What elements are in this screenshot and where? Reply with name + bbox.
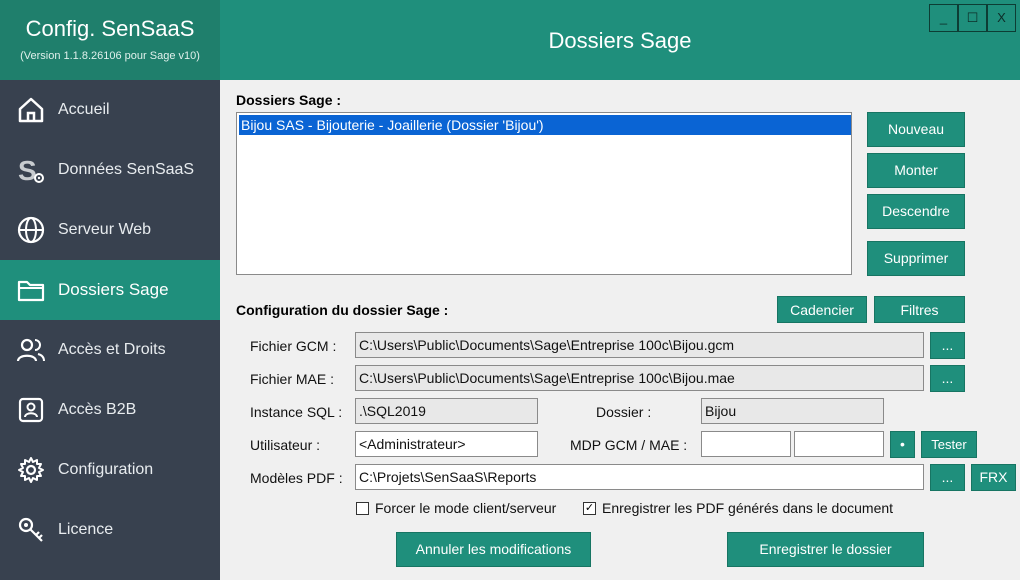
sql-instance-field[interactable]: .\SQL2019: [355, 398, 538, 424]
dossiers-section-label: Dossiers Sage :: [236, 92, 342, 108]
sidebar-item-configuration[interactable]: Configuration: [0, 440, 220, 500]
app-title: Config. SenSaaS: [25, 16, 195, 41]
sidebar-item-label: Serveur Web: [58, 221, 152, 238]
window-controls: _ ☐ X: [929, 4, 1016, 32]
sidebar-item-dossiers-sage[interactable]: Dossiers Sage: [0, 260, 220, 320]
sidebar-item-acces-b2b[interactable]: Accès B2B: [0, 380, 220, 440]
save-dossier-button[interactable]: Enregistrer le dossier: [727, 532, 924, 567]
browse-pdf-button[interactable]: ...: [930, 464, 965, 491]
page-header: Dossiers Sage _ ☐ X: [220, 0, 1020, 80]
users-icon: [16, 338, 45, 362]
gear-icon: [18, 457, 44, 483]
nouveau-button[interactable]: Nouveau: [867, 112, 965, 147]
mae-label: Fichier MAE :: [250, 371, 335, 387]
cadencier-button[interactable]: Cadencier: [777, 296, 867, 323]
sidebar: Config. SenSaaS (Version 1.1.8.26106 pou…: [0, 0, 220, 580]
sidebar-item-accueil[interactable]: Accueil: [0, 80, 220, 140]
mdp-mae-field[interactable]: [794, 431, 884, 457]
dossiers-listbox[interactable]: Bijou SAS - Bijouterie - Joaillerie (Dos…: [236, 112, 852, 275]
sidebar-item-licence[interactable]: Licence: [0, 500, 220, 560]
force-client-server-checkbox[interactable]: [356, 502, 369, 515]
cancel-changes-button[interactable]: Annuler les modifications: [396, 532, 591, 567]
close-button[interactable]: X: [987, 4, 1016, 32]
minimize-button[interactable]: _: [929, 4, 958, 32]
sidebar-item-label: Accès et Droits: [58, 341, 166, 358]
gcm-file-field[interactable]: C:\Users\Public\Documents\Sage\Entrepris…: [355, 332, 924, 358]
mdp-label: MDP GCM / MAE :: [570, 437, 688, 453]
browse-mae-button[interactable]: ...: [930, 365, 965, 392]
descendre-button[interactable]: Descendre: [867, 194, 965, 229]
sidebar-item-label: Licence: [58, 521, 114, 538]
user-label: Utilisateur :: [250, 437, 321, 453]
save-pdf-label: Enregistrer les PDF générés dans le docu…: [602, 500, 894, 516]
mdp-gcm-field[interactable]: [701, 431, 791, 457]
monter-button[interactable]: Monter: [867, 153, 965, 188]
sidebar-item-label: Accès B2B: [58, 401, 137, 418]
sidebar-item-label: Accueil: [58, 101, 110, 118]
dossier-field[interactable]: Bijou: [701, 398, 884, 424]
app-version: (Version 1.1.8.26106 pour Sage v10): [20, 50, 200, 62]
id-card-icon: [18, 397, 44, 423]
supprimer-button[interactable]: Supprimer: [867, 241, 965, 276]
folder-icon: [17, 280, 45, 302]
home-icon: [18, 97, 44, 123]
user-field[interactable]: <Administrateur>: [355, 431, 538, 457]
frx-button[interactable]: FRX: [971, 464, 1016, 491]
sidebar-item-acces-droits[interactable]: Accès et Droits: [0, 320, 220, 380]
show-password-button[interactable]: •: [890, 431, 915, 458]
maximize-button[interactable]: ☐: [958, 4, 987, 32]
svg-text:S: S: [18, 155, 37, 185]
page-title: Dossiers Sage: [548, 28, 692, 53]
config-section-label: Configuration du dossier Sage :: [236, 302, 449, 318]
sensaas-s-gear-icon: S: [18, 155, 44, 185]
mae-file-field[interactable]: C:\Users\Public\Documents\Sage\Entrepris…: [355, 365, 924, 391]
sidebar-item-serveur-web[interactable]: Serveur Web: [0, 200, 220, 260]
filtres-button[interactable]: Filtres: [874, 296, 965, 323]
brand-header: Config. SenSaaS (Version 1.1.8.26106 pou…: [0, 0, 220, 80]
sql-instance-label: Instance SQL :: [250, 404, 343, 420]
gcm-label: Fichier GCM :: [250, 338, 337, 354]
pdf-templates-label: Modèles PDF :: [250, 470, 343, 486]
pdf-templates-field[interactable]: C:\Projets\SenSaaS\Reports: [355, 464, 924, 490]
dossier-label: Dossier :: [596, 404, 652, 420]
list-item[interactable]: Bijou SAS - Bijouterie - Joaillerie (Dos…: [239, 115, 851, 135]
sidebar-item-donnees-sensaas[interactable]: S Données SenSaaS: [0, 140, 220, 200]
tester-button[interactable]: Tester: [921, 431, 977, 458]
force-client-server-label: Forcer le mode client/serveur: [375, 500, 557, 516]
save-pdf-checkbox[interactable]: ✓: [583, 502, 596, 515]
browse-gcm-button[interactable]: ...: [930, 332, 965, 359]
globe-icon: [17, 216, 45, 244]
key-icon: [18, 517, 43, 542]
sidebar-item-label: Dossiers Sage: [58, 280, 169, 299]
sidebar-item-label: Configuration: [58, 461, 154, 478]
sidebar-item-label: Données SenSaaS: [58, 161, 195, 178]
